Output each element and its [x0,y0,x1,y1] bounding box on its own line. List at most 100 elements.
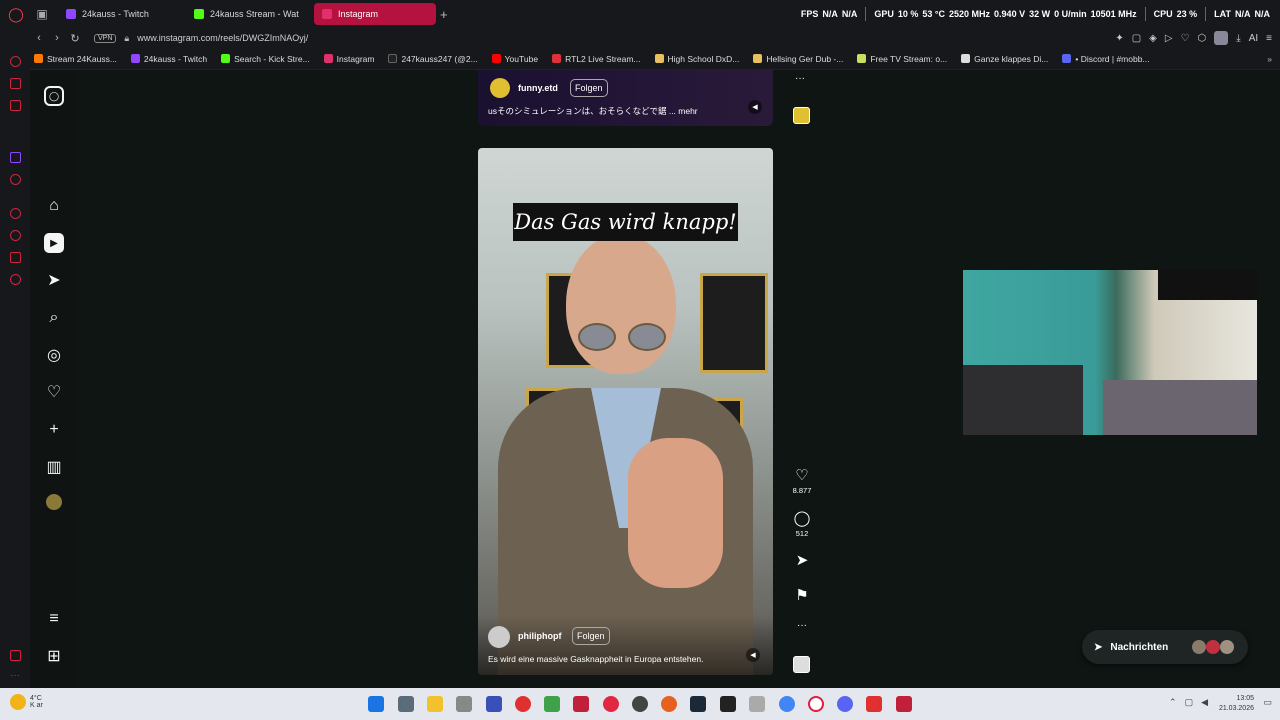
news-icon[interactable] [10,100,21,111]
save-button[interactable]: ⚑ [790,586,814,604]
youtube-sidebar-icon[interactable] [10,174,21,185]
bookmark-item[interactable]: 24kauss - Twitch [130,54,207,64]
opera-gx-icon[interactable] [808,696,824,712]
bookmark-item[interactable]: • Discord | #mobb... [1062,54,1150,64]
chrome-icon[interactable] [779,696,795,712]
bookmarks-sidebar-icon[interactable] [10,252,21,263]
bookmark-item[interactable]: Instagram [323,54,374,64]
bookmark-item[interactable]: RTL2 Live Stream... [552,54,641,64]
bookmark-item[interactable]: Free TV Stream: o... [857,54,947,64]
reel-caption[interactable]: Es wird eine massive Gasknappheit in Eur… [488,654,703,664]
bookmark-item[interactable]: 247kauss247 (@2... [388,54,478,64]
sound-icon[interactable]: ◀︎ [748,100,762,114]
tab-twitch[interactable]: 24kauss - Twitch [58,3,180,25]
heart-icon[interactable]: ♡ [1181,33,1190,44]
snapshot-icon[interactable]: ▢ [1132,33,1141,44]
app-news-2-icon[interactable] [896,696,912,712]
app-gear-icon[interactable] [749,696,765,712]
app-record-icon[interactable] [603,696,619,712]
history-icon[interactable] [10,230,21,241]
messages-icon[interactable]: ➤ [44,270,64,290]
reel-username[interactable]: philiphopf [518,631,561,641]
home-icon[interactable]: ⌂ [44,196,64,216]
profile-avatar[interactable] [46,494,62,510]
comment-button[interactable]: ◯ 512 [790,509,814,538]
create-icon[interactable]: + [44,420,64,440]
network-icon[interactable]: ▢ [1185,697,1194,708]
player-icon[interactable] [10,208,21,219]
tab-kick[interactable]: 24kauss Stream - Wat [186,3,308,25]
steam-icon[interactable] [690,696,706,712]
bookmark-item[interactable]: Search - Kick Stre... [221,54,310,64]
mouse-icon[interactable] [456,696,472,712]
shield-icon[interactable]: ◈ [1149,33,1157,44]
weather-widget[interactable]: 4°C K ar [10,694,43,710]
reel-username[interactable]: funny.etd [518,83,558,93]
back-icon[interactable]: ‹ [30,32,48,44]
tab-menu-icon[interactable]: ▣ [32,0,52,28]
audio-avatar[interactable] [793,656,810,673]
aria-icon[interactable] [10,56,21,67]
lock-icon[interactable]: 🔒︎ [124,33,129,44]
follow-button[interactable]: Folgen [570,79,608,97]
messages-button[interactable]: ➤ Nachrichten [1082,630,1248,664]
clock[interactable]: 13:05 21.03.2026 [1219,694,1254,714]
more-options-button[interactable]: ··· [790,620,814,631]
bookmark-item[interactable]: Hellsing Ger Dub -... [753,54,843,64]
app-orange-icon[interactable] [661,696,677,712]
app-v-icon[interactable] [486,696,502,712]
bookmarks-overflow-icon[interactable]: » [1267,54,1272,64]
bookmark-item[interactable]: Ganze klappes Di... [961,54,1048,64]
discord-icon[interactable] [837,696,853,712]
gx-icon[interactable] [10,650,21,661]
start-icon[interactable] [368,696,384,712]
app-green-icon[interactable] [544,696,560,712]
opera-logo-icon[interactable]: ◯ [0,0,32,28]
calculator-icon[interactable] [398,696,414,712]
ai-button[interactable]: AI [1249,33,1258,44]
forward-icon[interactable]: › [48,32,66,44]
volume-icon[interactable]: ◀︎ [1201,697,1208,708]
pin-icon[interactable]: ✦ [1115,33,1123,44]
new-tab-button[interactable]: + [440,7,448,22]
settings-icon[interactable] [10,274,21,285]
dashboard-icon[interactable]: ▥ [44,457,64,477]
reel-caption[interactable]: usそのシミュレーションは、おそらくなどで鋸 ... mehr [488,105,698,117]
obs-icon[interactable] [632,696,648,712]
bookmark-item[interactable]: High School DxD... [654,54,739,64]
url-field[interactable]: www.instagram.com/reels/DWGZImNAOyj/ [137,33,308,43]
download-icon[interactable]: ⤓ [1236,33,1240,44]
more-sidebar-icon[interactable]: ··· [10,670,20,681]
tray-chevron-icon[interactable]: ⌃ [1169,697,1177,708]
tab-instagram[interactable]: Instagram [314,3,436,25]
reels-icon[interactable]: ▶ [44,233,64,253]
menu-icon[interactable]: ≡ [1266,33,1272,44]
extensions-icon[interactable]: ⬡ [1198,33,1207,44]
more-icon[interactable]: ··· [795,73,805,84]
also-from-meta-icon[interactable]: ⊞ [44,646,64,666]
notification-icon[interactable]: ▭ [1263,697,1272,708]
extensions-sidebar-icon[interactable] [10,78,21,89]
file-explorer-icon[interactable] [427,696,443,712]
explore-icon[interactable]: ◎ [44,345,64,365]
notifications-icon[interactable]: ♡ [44,382,64,402]
reel-video[interactable]: Das Gas wird knapp! philiphopf Folgen Es… [478,148,773,675]
epic-games-icon[interactable] [720,696,736,712]
picture-in-picture-video[interactable] [963,270,1257,435]
avatar[interactable] [490,78,510,98]
bookmark-item[interactable]: YouTube [491,54,538,64]
app-red-icon[interactable] [515,696,531,712]
share-button[interactable]: ➤ [790,551,814,569]
previous-reel[interactable]: funny.etd Folgen usそのシミュレーションは、おそらくなどで鋸 … [478,70,773,126]
more-menu-icon[interactable]: ≡ [44,609,64,629]
instagram-logo-icon[interactable]: ◯ [44,86,64,106]
twitch-sidebar-icon[interactable] [10,152,21,163]
sound-icon[interactable]: ◀︎ [746,648,760,662]
like-button[interactable]: ♡ 8.877 [790,466,814,495]
app-red-2-icon[interactable] [866,696,882,712]
app-news-icon[interactable] [573,696,589,712]
search-icon[interactable]: ⌕ [44,308,64,328]
audio-avatar[interactable] [793,107,810,124]
profile-avatar[interactable] [1214,31,1229,45]
bookmark-item[interactable]: Stream 24Kauss... [34,54,117,64]
